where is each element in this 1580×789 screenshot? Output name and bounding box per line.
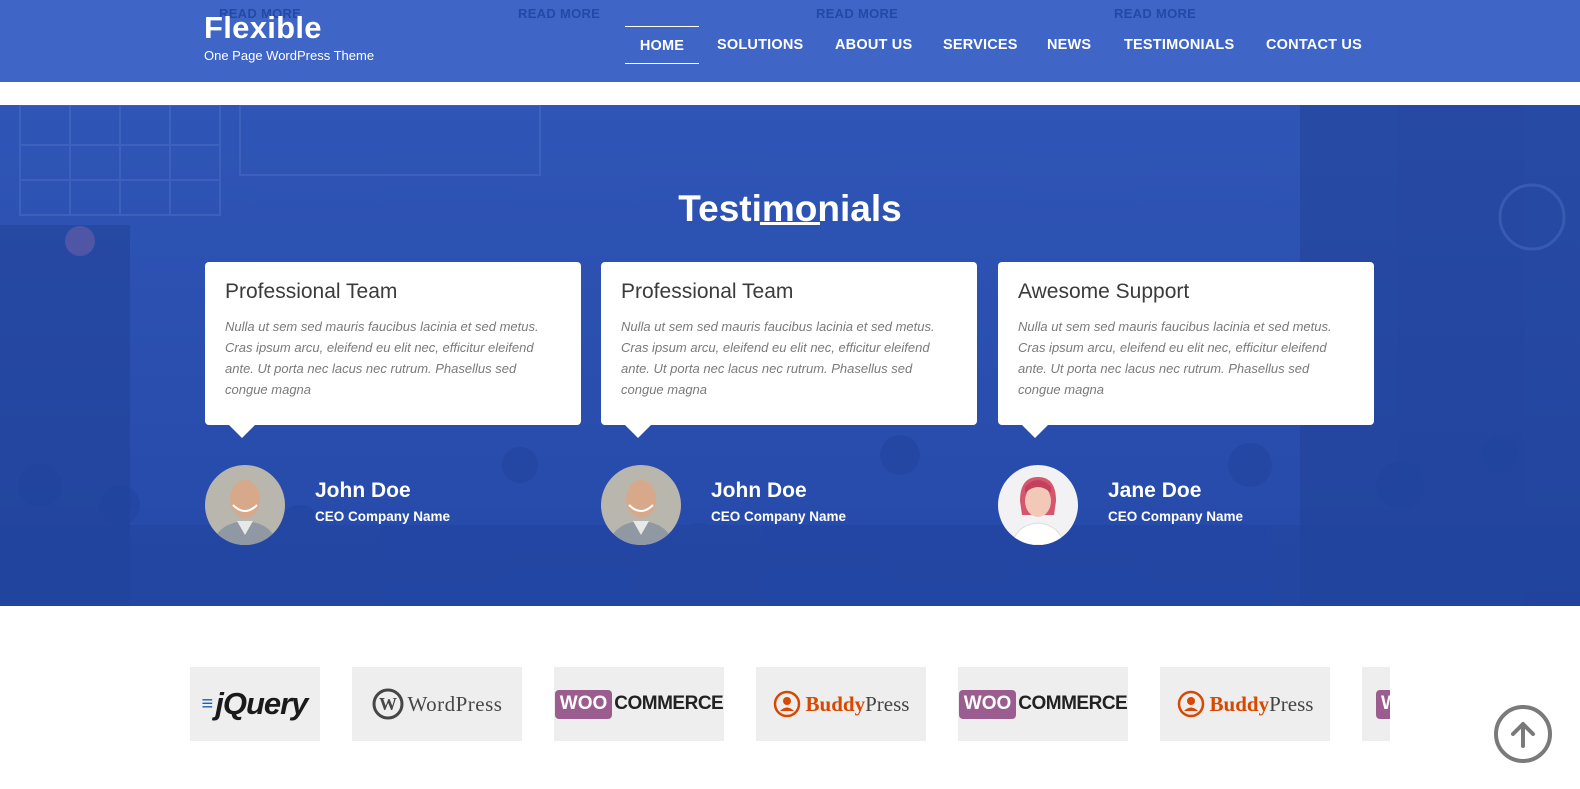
logo-buddypress[interactable]: BuddyPress <box>1160 667 1330 741</box>
testimonial-heading: Professional Team <box>621 280 794 303</box>
title-underline <box>760 222 820 225</box>
logo-jquery-text: jQuery <box>215 686 308 721</box>
arrow-up-circle-icon <box>1511 722 1535 748</box>
testimonial-text: Nulla ut sem sed mauris faucibus lacinia… <box>1018 319 1332 397</box>
avatar <box>205 465 285 545</box>
avatar <box>998 465 1078 545</box>
testimonial-text: Nulla ut sem sed mauris faucibus lacinia… <box>621 319 935 397</box>
card-pointer <box>229 425 255 438</box>
woo-text: COMMERCE <box>1018 693 1128 714</box>
card-pointer <box>625 425 651 438</box>
person-name: John Doe <box>315 479 411 502</box>
site-header: READ MORE READ MORE READ MORE READ MORE … <box>0 0 1580 82</box>
logo-woocommerce[interactable]: WOO COMMERCE <box>554 667 724 741</box>
testimonial-card: Professional Team Nulla ut sem sed mauri… <box>601 262 977 438</box>
client-logos-carousel[interactable]: ≡ jQuery W WordPress WOO COMMERCE BuddyP… <box>190 667 1390 741</box>
testimonial-heading: Awesome Support <box>1018 280 1190 303</box>
avatar <box>601 465 681 545</box>
testimonial-text: Nulla ut sem sed mauris faucibus lacinia… <box>225 319 539 397</box>
testimonial-heading: Professional Team <box>225 280 398 303</box>
person-name: John Doe <box>711 479 807 502</box>
person-role: CEO Company Name <box>315 509 451 524</box>
nav-solutions[interactable]: SOLUTIONS <box>717 26 803 64</box>
card-pointer <box>1022 425 1048 438</box>
woo-badge: WOO <box>554 689 613 719</box>
logo-jquery[interactable]: ≡ jQuery <box>190 667 320 741</box>
nav-testimonials[interactable]: TESTIMONIALS <box>1124 26 1234 64</box>
nav-news[interactable]: NEWS <box>1047 26 1091 64</box>
logo-wordpress[interactable]: W WordPress <box>352 667 522 741</box>
logo-wordpress-text: WordPress <box>407 691 503 716</box>
wordpress-icon: W <box>372 688 403 720</box>
buddypress-text: BuddyPress <box>805 691 910 716</box>
logo-buddypress[interactable]: BuddyPress <box>756 667 926 741</box>
person-role: CEO Company Name <box>711 509 847 524</box>
read-more-link[interactable]: READ MORE <box>816 6 898 21</box>
main-nav: HOME SOLUTIONS ABOUT US SERVICES NEWS TE… <box>0 26 1580 64</box>
svg-text:W: W <box>379 694 397 714</box>
nav-home[interactable]: HOME <box>625 26 699 64</box>
testimonial-card: Awesome Support Nulla ut sem sed mauris … <box>998 262 1374 438</box>
person-name: Jane Doe <box>1108 479 1202 502</box>
buddypress-icon <box>773 690 800 718</box>
testimonials-section: Testimonials Professional Team Nulla ut … <box>0 105 1580 606</box>
nav-about-us[interactable]: ABOUT US <box>835 26 912 64</box>
buddypress-icon <box>1177 690 1204 718</box>
logo-woocommerce[interactable]: WOO COMMERCE <box>958 667 1128 741</box>
woo-text: COMMERCE <box>614 693 724 714</box>
jquery-swoosh-icon: ≡ <box>201 692 214 715</box>
woo-badge: WOO <box>1376 689 1390 719</box>
testimonial-card: Professional Team Nulla ut sem sed mauri… <box>205 262 581 438</box>
person-role: CEO Company Name <box>1108 509 1244 524</box>
nav-services[interactable]: SERVICES <box>943 26 1018 64</box>
buddypress-text: BuddyPress <box>1209 691 1314 716</box>
logo-woocommerce-partial[interactable]: WOO <box>1362 667 1390 741</box>
read-more-link[interactable]: READ MORE <box>518 6 600 21</box>
back-to-top-button[interactable] <box>1494 705 1552 763</box>
read-more-link[interactable]: READ MORE <box>1114 6 1196 21</box>
nav-contact-us[interactable]: CONTACT US <box>1266 26 1362 64</box>
woo-badge: WOO <box>958 689 1017 719</box>
